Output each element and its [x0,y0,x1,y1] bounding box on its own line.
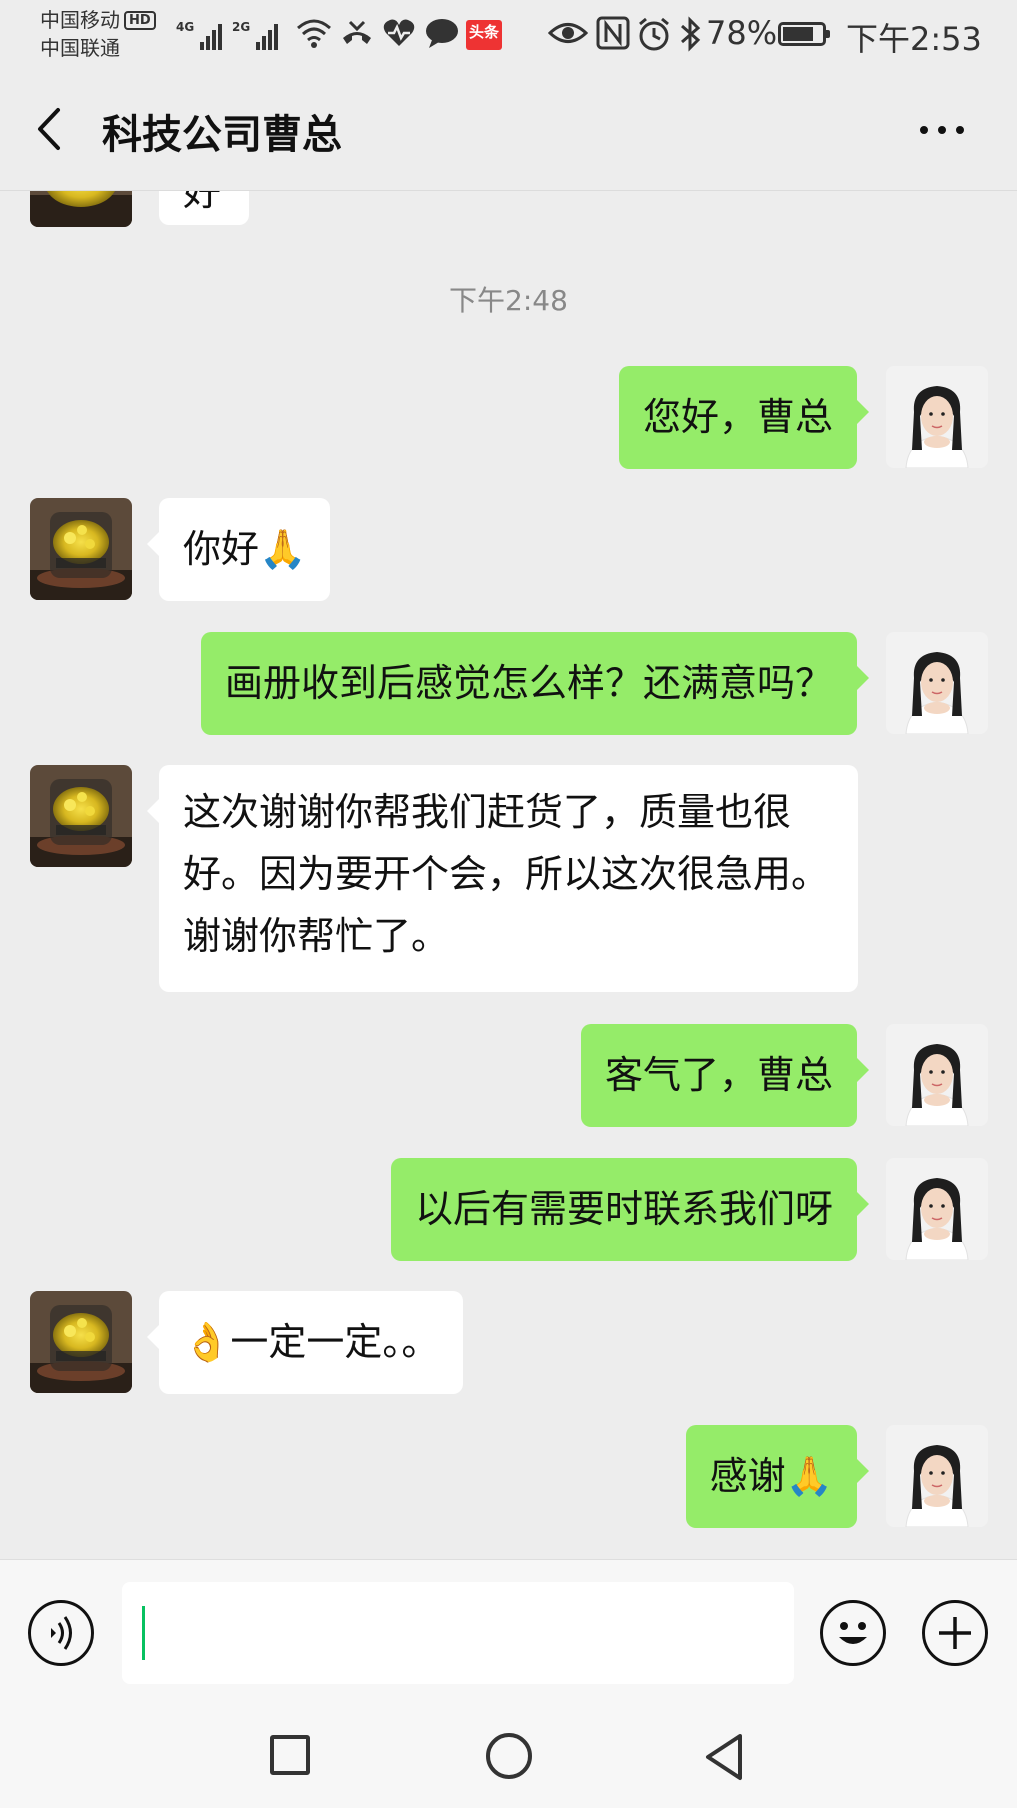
message-input[interactable] [122,1582,794,1684]
text-caret [142,1606,145,1660]
carrier-1: 中国移动 [40,8,120,32]
message-bubble-outgoing[interactable]: 感谢🙏 [685,1425,870,1528]
message-text: 感谢🙏 [709,1454,833,1498]
bluetooth-icon [681,16,701,52]
message-bubble-outgoing[interactable]: 客气了，曹总 [580,1024,870,1127]
message-bubble-outgoing[interactable]: 画册收到后感觉怎么样？还满意吗？ [200,632,870,735]
message-text: 👌一定一定。。 [183,1320,440,1364]
message-text: 客气了，曹总 [604,1053,833,1097]
hd-badge: HD [124,11,156,30]
chevron-left-icon[interactable] [30,102,70,156]
message-bubble-icon [426,19,458,48]
avatar-contact[interactable] [30,765,132,867]
status-bar: 中国移动 HD 中国联通 4G 2G 头条 78% 下午2:53 [0,0,1017,72]
message-text: 这次谢谢你帮我们赶货了，质量也很好。因为要开个会，所以这次很急用。谢谢你帮忙了。 [183,790,830,958]
message-text: 您好，曹总 [642,395,833,439]
signal-group: 4G 2G [176,14,278,50]
message-bubble-outgoing[interactable]: 您好，曹总 [618,366,870,469]
missed-call-icon [343,20,371,44]
status-time: 下午2:53 [846,20,982,58]
message-text: 好 [183,191,222,214]
message-bubble-incoming[interactable]: 这次谢谢你帮我们赶货了，质量也很好。因为要开个会，所以这次很急用。谢谢你帮忙了。 [147,765,858,992]
carrier-info: 中国移动 HD 中国联通 [40,6,156,62]
nfc-icon [596,16,630,50]
message-text: 画册收到后感觉怎么样？还满意吗？ [224,661,833,705]
alarm-icon [639,17,669,51]
back-triangle-icon[interactable] [702,1732,746,1782]
avatar-self[interactable] [886,1158,988,1260]
plus-icon[interactable] [922,1600,988,1666]
battery-icon [778,22,830,46]
network-2g-label: 2G [232,20,251,34]
signal-2g-icon: 2G [232,20,278,50]
chat-messages[interactable]: 好 下午2:48 您好，曹总 你好🙏 画册收到后感觉怎么样？还满意吗？ 这次谢谢… [0,191,1017,1559]
avatar-self[interactable] [886,632,988,734]
avatar-self[interactable] [886,1425,988,1527]
message-timestamp: 下午2:48 [449,284,568,317]
message-text: 以后有需要时联系我们呀 [414,1187,833,1231]
voice-icon[interactable] [28,1600,94,1666]
eye-comfort-icon [548,23,588,43]
message-bubble-outgoing[interactable]: 以后有需要时联系我们呀 [390,1158,870,1261]
system-nav-bar [0,1708,1017,1808]
health-heart-icon [383,19,415,46]
message-bubble-incoming[interactable]: 👌一定一定。。 [146,1291,464,1394]
input-bar [0,1559,1017,1708]
avatar-contact[interactable] [30,1291,132,1393]
toutiao-app-icon: 头条 [466,20,502,50]
avatar-contact[interactable] [30,498,132,600]
wifi-icon [297,19,331,48]
chat-header: 科技公司曹总 [0,72,1017,191]
home-icon[interactable] [486,1733,532,1779]
message-text: 你好🙏 [183,527,307,571]
avatar-self[interactable] [886,366,988,468]
recent-apps-icon[interactable] [270,1735,310,1775]
emoji-icon[interactable] [820,1600,886,1666]
network-4g-label: 4G [176,20,195,34]
chat-title: 科技公司曹总 [102,112,342,158]
more-icon[interactable] [920,120,970,140]
message-bubble-incoming[interactable]: 好 [159,191,249,225]
battery-percent: 78% [706,14,778,52]
carrier-2: 中国联通 [40,36,120,60]
avatar-self[interactable] [886,1024,988,1126]
signal-4g-icon: 4G [176,20,222,50]
message-bubble-incoming[interactable]: 你好🙏 [146,498,331,601]
avatar-contact[interactable] [30,191,132,227]
